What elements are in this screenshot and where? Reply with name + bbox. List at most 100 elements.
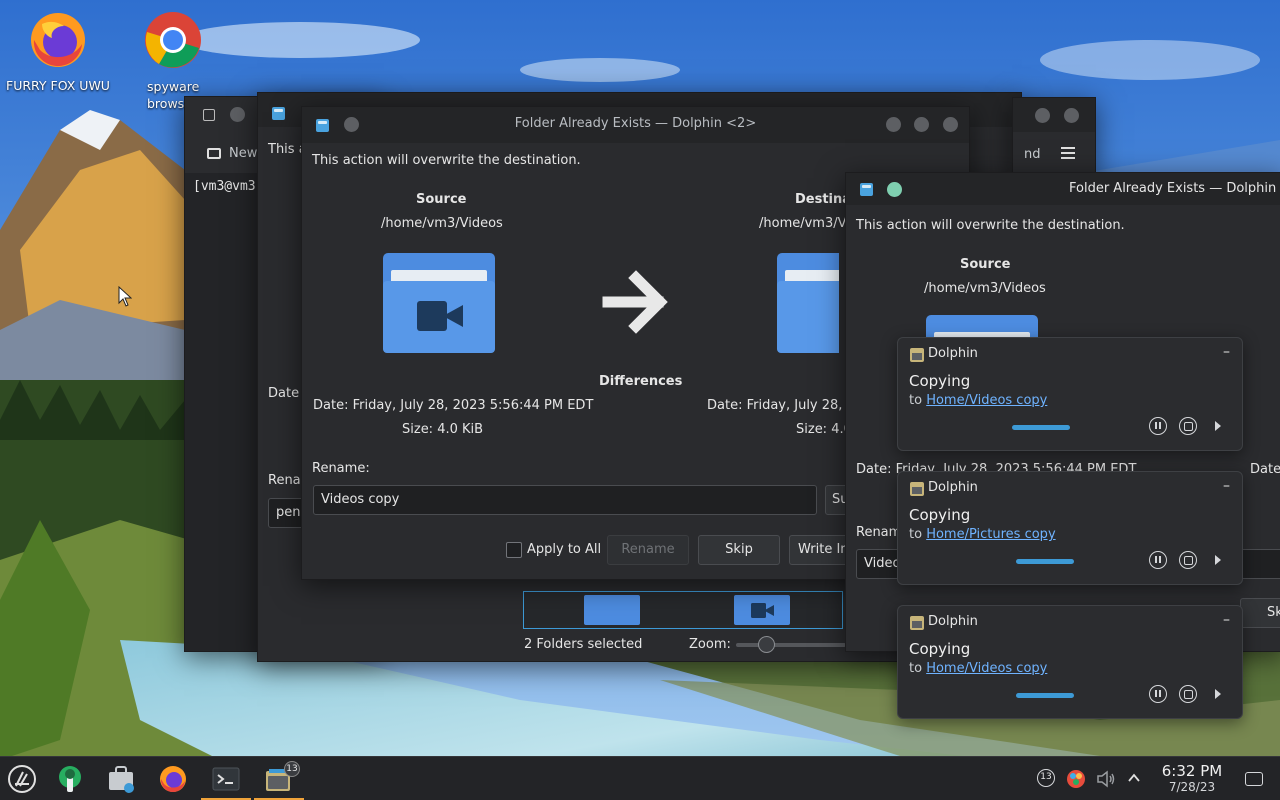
dolphin-notification-icon <box>910 348 924 362</box>
window-close-button[interactable] <box>943 117 958 132</box>
copy-notification[interactable]: Dolphin – Copying to Home/Videos copy <box>897 337 1243 451</box>
expand-details-icon[interactable] <box>1215 421 1221 431</box>
arrow-right-icon <box>602 270 668 334</box>
dolphin-rename: Rena <box>268 473 301 488</box>
show-desktop-icon[interactable] <box>1245 772 1263 786</box>
rename-button[interactable]: Rename <box>607 535 689 565</box>
notification-destination: to Home/Videos copy <box>909 661 1048 676</box>
notification-destination-link[interactable]: Home/Pictures copy <box>926 527 1055 542</box>
notification-app-name: Dolphin <box>928 480 978 495</box>
stop-icon[interactable] <box>1179 551 1197 569</box>
source-label: Source <box>960 257 1011 272</box>
firefox-icon <box>31 13 85 67</box>
stop-icon[interactable] <box>1179 417 1197 435</box>
dolphin-date: Date <box>268 386 300 401</box>
window-minimize-button[interactable] <box>886 117 901 132</box>
apply-to-all-checkbox[interactable] <box>506 542 522 558</box>
destination-date: Date: <box>1250 462 1280 477</box>
clock-time: 6:32 PM <box>1161 762 1223 780</box>
notification-heading: Copying <box>909 372 971 390</box>
file-view <box>523 591 843 629</box>
zoom-slider-handle[interactable] <box>758 636 775 653</box>
notification-destination-link[interactable]: Home/Videos copy <box>926 393 1047 408</box>
volume-icon[interactable] <box>1096 769 1118 789</box>
destination-path: /home/vm3/V <box>759 216 847 231</box>
notification-minimize-button[interactable]: – <box>1223 478 1230 494</box>
destination-size: Size: 4.0 <box>796 422 852 437</box>
copy-notification[interactable]: Dolphin – Copying to Home/Pictures copy <box>897 471 1243 585</box>
chrome-icon <box>145 12 201 68</box>
terminal-prompt: [vm3@vm3 <box>193 179 256 194</box>
notification-app-name: Dolphin <box>928 614 978 629</box>
zoom-slider[interactable] <box>736 643 846 647</box>
clock-date: 7/28/23 <box>1168 780 1216 794</box>
rename-label: Renam <box>856 525 902 540</box>
pause-icon[interactable] <box>1149 685 1167 703</box>
rename-input[interactable]: Videos copy <box>313 485 817 515</box>
copy-progress-bar <box>1012 425 1070 430</box>
terminal-app-icon <box>203 109 215 121</box>
app-launcher-icon[interactable] <box>7 764 37 794</box>
dialog-title: Folder Already Exists — Dolphin <2> <box>514 116 757 131</box>
dolphin-app-icon <box>272 107 285 120</box>
window-maximize-button[interactable] <box>914 117 929 132</box>
folder-thumb[interactable] <box>584 595 640 625</box>
chevron-up-icon[interactable] <box>1127 772 1141 784</box>
copy-progress-bar <box>1016 693 1074 698</box>
notifications-tray-icon[interactable]: 13 <box>1037 769 1055 787</box>
copy-progress-bar <box>1016 559 1074 564</box>
skip-button-label: Skip <box>725 542 753 557</box>
zoom-label: Zoom: <box>689 637 731 652</box>
new-tab-button[interactable]: New <box>229 146 257 161</box>
notification-heading: Copying <box>909 506 971 524</box>
expand-details-icon[interactable] <box>1215 555 1221 565</box>
skip-button[interactable]: Sk <box>1240 598 1280 628</box>
dolphin-window-2[interactable]: nd <box>1012 97 1096 177</box>
source-label: Source <box>416 192 467 207</box>
window-minimize-button[interactable] <box>1035 108 1050 123</box>
stop-icon[interactable] <box>1179 685 1197 703</box>
window-close-button[interactable] <box>1064 108 1079 123</box>
color-picker-icon[interactable] <box>1066 769 1086 789</box>
window-button[interactable] <box>230 107 245 122</box>
rename-button-label: Rename <box>621 542 675 557</box>
system-settings-icon[interactable] <box>55 764 85 794</box>
notification-minimize-button[interactable]: – <box>1223 612 1230 628</box>
desktop-icon-label: FURRY FOX UWU <box>6 78 110 93</box>
video-folder-thumb[interactable] <box>734 595 790 625</box>
skip-button[interactable]: Skip <box>698 535 780 565</box>
rename-input-value: Videos copy <box>321 492 400 507</box>
dolphin-task[interactable]: 13 <box>254 757 304 800</box>
source-folder-icon <box>383 253 495 353</box>
pause-icon[interactable] <box>1149 551 1167 569</box>
copy-notification[interactable]: Dolphin – Copying to Home/Videos copy <box>897 605 1243 719</box>
notification-destination-link[interactable]: Home/Videos copy <box>926 661 1047 676</box>
window-keep-above-button[interactable] <box>887 182 902 197</box>
source-path: /home/vm3/Videos <box>924 281 1046 296</box>
software-center-icon[interactable] <box>106 764 136 794</box>
dolphin-notification-icon <box>910 616 924 630</box>
desktop-icon-firefox[interactable]: FURRY FOX UWU <box>3 10 113 93</box>
dialog-title: Folder Already Exists — Dolphin <box>1069 181 1277 196</box>
destination-label: Destina <box>795 192 852 207</box>
source-path: /home/vm3/Videos <box>381 216 503 231</box>
task-badge: 13 <box>284 761 300 777</box>
pause-icon[interactable] <box>1149 417 1167 435</box>
firefox-icon[interactable] <box>158 764 188 794</box>
terminal-task[interactable] <box>201 757 251 800</box>
apply-to-all-label[interactable]: Apply to All <box>527 542 601 557</box>
status-selection: 2 Folders selected <box>524 637 643 652</box>
rename-input-value: Video <box>864 556 901 571</box>
mouse-cursor-icon <box>118 286 132 307</box>
expand-details-icon[interactable] <box>1215 689 1221 699</box>
new-tab-icon[interactable] <box>207 148 221 159</box>
source-size: Size: 4.0 KiB <box>402 422 484 437</box>
destination-folder-icon <box>777 253 839 353</box>
rename-label: Rename: <box>312 461 370 476</box>
clock[interactable]: 6:32 PM 7/28/23 <box>1152 762 1232 795</box>
terminal-icon <box>212 767 240 791</box>
notification-minimize-button[interactable]: – <box>1223 344 1230 360</box>
hamburger-menu-icon[interactable] <box>1061 147 1075 159</box>
differences-label: Differences <box>599 374 683 389</box>
dolphin-rename-value: pen <box>276 505 301 520</box>
